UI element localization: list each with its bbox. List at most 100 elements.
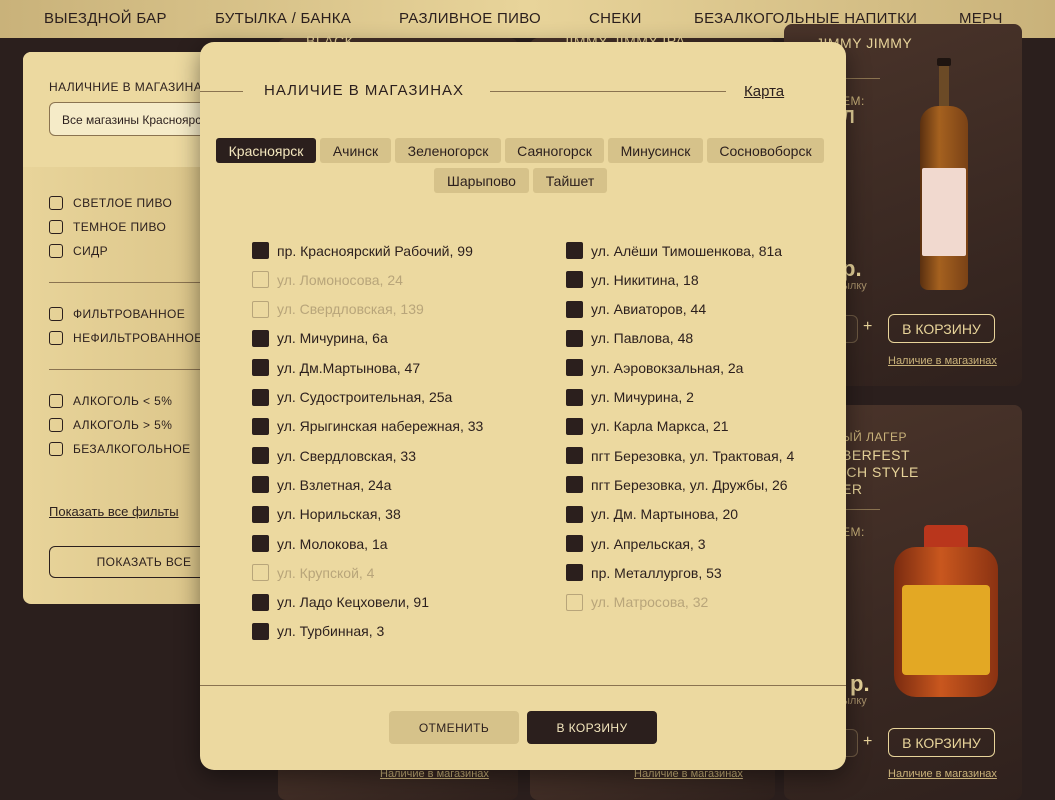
nav-item-snacks[interactable]: СНЕКИ bbox=[589, 10, 642, 27]
filter-cider[interactable]: СИДР bbox=[49, 244, 108, 258]
show-all-filters-link[interactable]: Показать все фильты bbox=[49, 504, 179, 519]
store-item[interactable]: пгт Березовка, ул. Дружбы, 26 bbox=[566, 476, 788, 494]
filter-dark-beer[interactable]: ТЕМНОЕ ПИВО bbox=[49, 220, 166, 234]
city-tab-sosnovoborsk[interactable]: Сосновоборск bbox=[707, 138, 824, 163]
plus-button[interactable]: + bbox=[863, 318, 872, 336]
store-checkbox[interactable] bbox=[252, 359, 269, 377]
store-address: ул. Взлетная, 24а bbox=[277, 476, 392, 493]
store-checkbox[interactable] bbox=[566, 476, 583, 494]
store-item[interactable]: ул. Свердловская, 33 bbox=[252, 447, 416, 465]
store-checkbox[interactable] bbox=[566, 564, 583, 582]
price: р. bbox=[850, 671, 870, 696]
filter-alcohol-low[interactable]: АЛКОГОЛЬ < 5% bbox=[49, 394, 172, 408]
store-item: ул. Крупской, 4 bbox=[252, 564, 374, 582]
store-item[interactable]: ул. Павлова, 48 bbox=[566, 329, 693, 347]
store-checkbox[interactable] bbox=[566, 242, 583, 259]
store-item[interactable]: ул. Карла Маркса, 21 bbox=[566, 417, 729, 435]
store-address: ул. Дм.Мартынова, 47 bbox=[277, 359, 421, 376]
store-checkbox[interactable] bbox=[252, 622, 269, 640]
add-to-cart-button[interactable]: В КОРЗИНУ bbox=[888, 728, 995, 757]
store-checkbox[interactable] bbox=[566, 300, 583, 318]
store-checkbox[interactable] bbox=[252, 329, 269, 347]
store-checkbox[interactable] bbox=[566, 505, 583, 523]
store-checkbox[interactable] bbox=[252, 388, 269, 406]
store-checkbox bbox=[252, 300, 269, 318]
city-tab-sayanogorsk[interactable]: Саяногорск bbox=[505, 138, 604, 163]
store-address: ул. Авиаторов, 44 bbox=[591, 301, 707, 318]
nav-item-bottle-can[interactable]: БУТЫЛКА / БАНКА bbox=[215, 10, 351, 27]
filter-label: СИДР bbox=[73, 244, 109, 258]
store-checkbox[interactable] bbox=[566, 388, 583, 406]
store-checkbox[interactable] bbox=[566, 359, 583, 377]
filter-label: АЛКОГОЛЬ > 5% bbox=[73, 418, 173, 432]
store-item[interactable]: ул. Мичурина, 2 bbox=[566, 388, 694, 406]
store-item[interactable]: ул. Авиаторов, 44 bbox=[566, 300, 707, 318]
checkbox[interactable] bbox=[49, 196, 63, 210]
store-item: ул. Свердловская, 139 bbox=[252, 300, 424, 318]
store-checkbox[interactable] bbox=[252, 505, 269, 523]
store-checkbox[interactable] bbox=[252, 535, 269, 552]
city-tab-krasnoyarsk[interactable]: Красноярск bbox=[216, 138, 316, 163]
checkbox[interactable] bbox=[49, 220, 63, 234]
store-item[interactable]: ул. Ярыгинская набережная, 33 bbox=[252, 417, 483, 435]
filter-light-beer[interactable]: СВЕТЛОЕ ПИВО bbox=[49, 196, 172, 210]
checkbox[interactable] bbox=[49, 394, 63, 408]
store-checkbox[interactable] bbox=[252, 447, 269, 465]
store-item[interactable]: ул. Апрельская, 3 bbox=[566, 535, 706, 552]
store-address: ул. Норильская, 38 bbox=[277, 506, 401, 523]
city-tab-zelenogorsk[interactable]: Зеленогорск bbox=[395, 138, 501, 163]
filter-alcohol-high[interactable]: АЛКОГОЛЬ > 5% bbox=[49, 418, 172, 432]
cancel-button[interactable]: ОТМЕНИТЬ bbox=[389, 711, 519, 744]
add-to-cart-button[interactable]: В КОРЗИНУ bbox=[888, 314, 995, 343]
store-checkbox[interactable] bbox=[252, 476, 269, 494]
store-address: ул. Дм. Мартынова, 20 bbox=[591, 506, 739, 523]
store-checkbox[interactable] bbox=[252, 593, 269, 611]
store-item[interactable]: ул. Взлетная, 24а bbox=[252, 476, 392, 494]
product-category: ЫЙ ЛАГЕР bbox=[842, 430, 907, 444]
checkbox[interactable] bbox=[49, 418, 63, 432]
checkbox[interactable] bbox=[49, 307, 63, 321]
availability-link[interactable]: Наличие в магазинах bbox=[888, 768, 997, 780]
store-address: пр. Красноярский Рабочий, 99 bbox=[277, 242, 473, 259]
availability-link[interactable]: Наличие в магазинах bbox=[888, 355, 997, 367]
add-to-cart-button[interactable]: В КОРЗИНУ bbox=[527, 711, 657, 744]
store-item[interactable]: ул. Алёши Тимошенкова, 81а bbox=[566, 242, 782, 259]
store-item[interactable]: ул. Молокова, 1а bbox=[252, 535, 388, 552]
store-checkbox[interactable] bbox=[566, 329, 583, 347]
store-address: ул. Свердловская, 139 bbox=[277, 301, 424, 318]
store-item[interactable]: ул. Мичурина, 6а bbox=[252, 329, 388, 347]
store-checkbox[interactable] bbox=[566, 271, 583, 289]
nav-item-mobile-bar[interactable]: ВЫЕЗДНОЙ БАР bbox=[44, 10, 167, 27]
city-tab-sharypovo[interactable]: Шарыпово bbox=[434, 168, 529, 193]
city-tab-minusinsk[interactable]: Минусинск bbox=[608, 138, 703, 163]
nav-item-draft-beer[interactable]: РАЗЛИВНОЕ ПИВО bbox=[399, 10, 541, 27]
store-item[interactable]: ул. Судостроительная, 25а bbox=[252, 388, 452, 406]
city-tab-achinsk[interactable]: Ачинск bbox=[320, 138, 391, 163]
store-checkbox[interactable] bbox=[566, 447, 583, 465]
checkbox[interactable] bbox=[49, 244, 63, 258]
modal-title: НАЛИЧИЕ В МАГАЗИНАХ bbox=[264, 82, 465, 99]
store-address: ул. Молокова, 1а bbox=[277, 535, 388, 552]
store-item[interactable]: ул. Ладо Кецховели, 91 bbox=[252, 593, 429, 611]
store-item[interactable]: пгт Березовка, ул. Трактовая, 4 bbox=[566, 447, 794, 465]
store-item[interactable]: ул. Дм.Мартынова, 47 bbox=[252, 359, 421, 377]
store-checkbox[interactable] bbox=[252, 417, 269, 435]
city-tab-tayshet[interactable]: Тайшет bbox=[533, 168, 607, 193]
filter-unfiltered[interactable]: НЕФИЛЬТРОВАННОЕ bbox=[49, 331, 203, 345]
checkbox[interactable] bbox=[49, 442, 63, 456]
store-item[interactable]: пр. Красноярский Рабочий, 99 bbox=[252, 242, 473, 259]
store-item[interactable]: ул. Норильская, 38 bbox=[252, 505, 401, 523]
store-item[interactable]: пр. Металлургов, 53 bbox=[566, 564, 722, 582]
map-link[interactable]: Карта bbox=[744, 83, 784, 100]
store-checkbox[interactable] bbox=[252, 242, 269, 259]
checkbox[interactable] bbox=[49, 331, 63, 345]
filter-filtered[interactable]: ФИЛЬТРОВАННОЕ bbox=[49, 307, 185, 321]
store-checkbox[interactable] bbox=[566, 417, 583, 435]
store-item[interactable]: ул. Аэровокзальная, 2а bbox=[566, 359, 743, 377]
store-item[interactable]: ул. Турбинная, 3 bbox=[252, 622, 384, 640]
store-item[interactable]: ул. Дм. Мартынова, 20 bbox=[566, 505, 739, 523]
filter-non-alcoholic[interactable]: БЕЗАЛКОГОЛЬНОЕ bbox=[49, 442, 191, 456]
plus-button[interactable]: + bbox=[863, 733, 872, 751]
store-item[interactable]: ул. Никитина, 18 bbox=[566, 271, 699, 289]
store-checkbox[interactable] bbox=[566, 535, 583, 552]
